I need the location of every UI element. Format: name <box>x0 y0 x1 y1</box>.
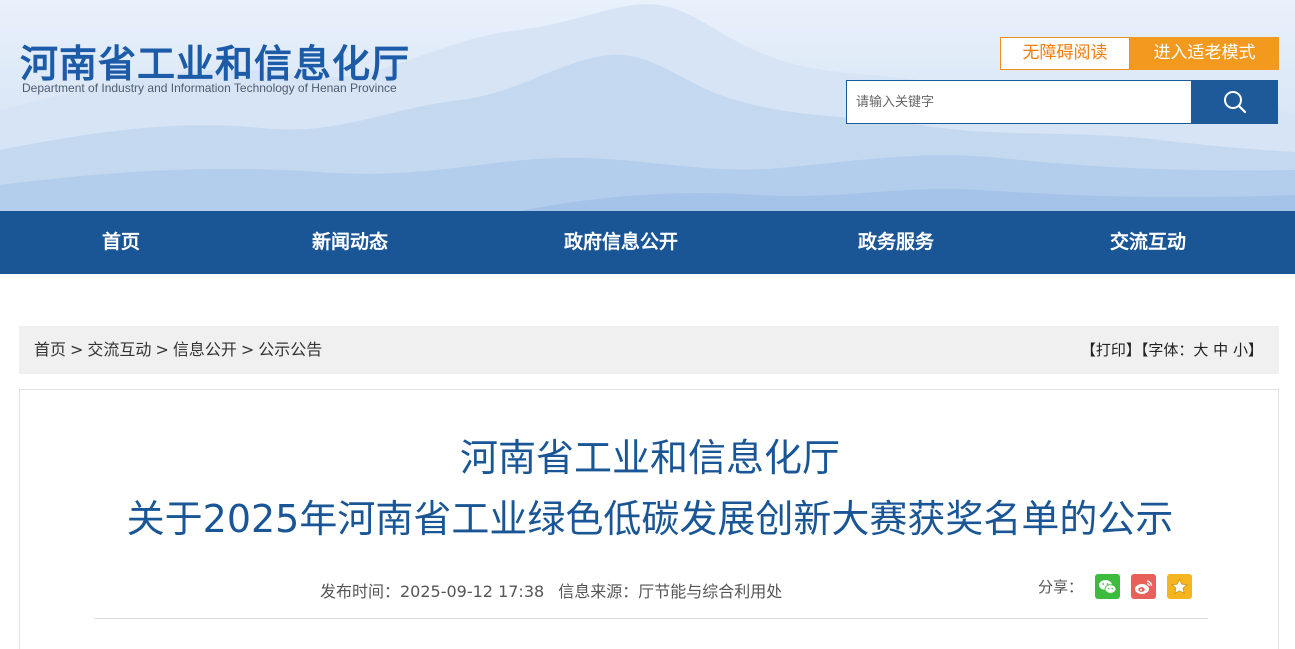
main-navigation: 首页 新闻动态 政府信息公开 政务服务 交流互动 <box>0 211 1295 274</box>
site-logo-subtitle: Department of Industry and Information T… <box>22 81 397 95</box>
search-box <box>846 80 1278 124</box>
search-icon <box>1223 91 1246 114</box>
font-size-label: 【字体： <box>1140 341 1194 359</box>
page-tools: 【打印】【字体：大 中 小】 <box>1081 326 1263 374</box>
font-size-suffix: 】 <box>1247 341 1263 359</box>
nav-item-services[interactable]: 政务服务 <box>858 211 934 274</box>
weibo-share-button[interactable] <box>1131 574 1157 599</box>
breadcrumb-bar: 首页 > 交流互动 > 信息公开 > 公示公告 【打印】【字体：大 中 小】 <box>19 326 1279 374</box>
breadcrumb-announcements[interactable]: 公示公告 <box>258 340 322 359</box>
share-bar: 分享： <box>1038 574 1203 599</box>
publish-time: 发布时间：2025-09-12 17:38 <box>320 582 545 601</box>
article-divider <box>94 618 1208 619</box>
font-medium-button[interactable]: 中 <box>1213 341 1228 359</box>
nav-item-news[interactable]: 新闻动态 <box>312 211 388 274</box>
breadcrumb-separator: > <box>155 340 169 359</box>
share-label: 分享： <box>1038 578 1084 596</box>
breadcrumb: 首页 > 交流互动 > 信息公开 > 公示公告 <box>34 326 322 374</box>
font-large-button[interactable]: 大 <box>1193 341 1208 359</box>
site-header: 河南省工业和信息化厅 Department of Industry and In… <box>0 0 1295 211</box>
breadcrumb-interaction[interactable]: 交流互动 <box>87 340 151 359</box>
reading-mode-group: 无障碍阅读 进入适老模式 <box>1000 37 1279 70</box>
breadcrumb-home[interactable]: 首页 <box>34 340 66 359</box>
favorite-share-button[interactable] <box>1167 574 1193 599</box>
breadcrumb-separator: > <box>240 340 255 359</box>
nav-item-interaction[interactable]: 交流互动 <box>1110 211 1186 274</box>
article-title-line1: 河南省工业和信息化厅 <box>459 436 840 480</box>
print-button[interactable]: 【打印】 <box>1081 341 1141 359</box>
star-icon <box>1171 578 1188 595</box>
elder-mode-button[interactable]: 进入适老模式 <box>1130 37 1279 70</box>
site-logo-title[interactable]: 河南省工业和信息化厅 <box>20 33 410 88</box>
font-small-button[interactable]: 小 <box>1233 341 1248 359</box>
search-button[interactable] <box>1191 80 1278 124</box>
breadcrumb-separator: > <box>70 340 84 359</box>
search-input[interactable] <box>846 80 1191 124</box>
nav-item-home[interactable]: 首页 <box>102 211 140 274</box>
wechat-icon <box>1099 579 1117 594</box>
breadcrumb-info-open[interactable]: 信息公开 <box>173 340 237 359</box>
info-source: 信息来源：厅节能与综合利用处 <box>558 582 783 601</box>
accessibility-reading-button[interactable]: 无障碍阅读 <box>1000 37 1130 70</box>
article-meta: 发布时间：2025-09-12 17:38 信息来源：厅节能与综合利用处 <box>320 578 782 602</box>
article-container: 河南省工业和信息化厅 关于2025年河南省工业绿色低碳发展创新大赛获奖名单的公示… <box>19 389 1279 649</box>
wechat-share-button[interactable] <box>1095 574 1121 599</box>
weibo-icon <box>1135 579 1153 594</box>
nav-item-gov-info[interactable]: 政府信息公开 <box>564 211 678 274</box>
article-title-line2: 关于2025年河南省工业绿色低碳发展创新大赛获奖名单的公示 <box>126 497 1174 541</box>
